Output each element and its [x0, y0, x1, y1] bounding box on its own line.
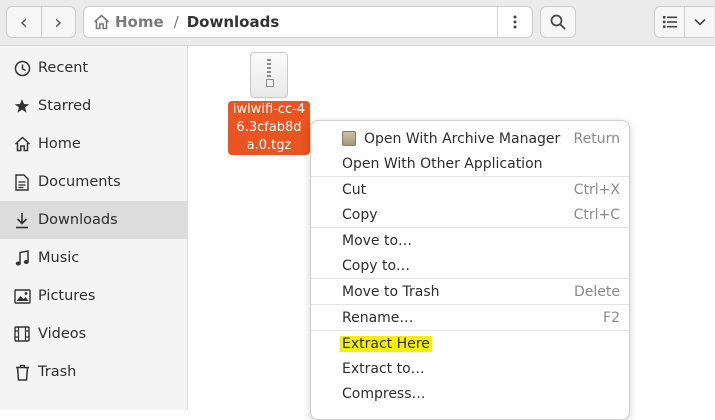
path-menu-button[interactable] — [497, 7, 532, 37]
breadcrumb-home[interactable]: Home — [84, 7, 170, 37]
menu-item-rename[interactable]: Rename… F2 — [311, 305, 629, 330]
document-icon — [13, 173, 31, 191]
sidebar-item-home[interactable]: Home — [0, 125, 187, 163]
sidebar: Recent Starred Home Documents Downloads … — [0, 46, 188, 410]
navigation-buttons: ‹ › — [6, 6, 76, 38]
view-buttons — [654, 6, 714, 38]
home-icon — [13, 135, 31, 153]
menu-item-label: Compress… — [342, 385, 426, 402]
sidebar-item-label: Recent — [38, 60, 89, 76]
archive-file-icon — [250, 52, 288, 98]
menu-item-label: Rename… — [342, 309, 414, 326]
vertical-dots-icon — [513, 15, 517, 29]
back-button[interactable]: ‹ — [7, 7, 41, 37]
sidebar-item-label: Music — [38, 250, 80, 266]
download-icon — [13, 211, 31, 229]
chevron-down-icon — [693, 18, 706, 26]
breadcrumb-home-label: Home — [115, 13, 164, 31]
chevron-right-icon: › — [54, 10, 63, 34]
breadcrumb-separator: / — [173, 13, 179, 31]
forward-button[interactable]: › — [40, 7, 76, 37]
chevron-left-icon: ‹ — [19, 10, 28, 34]
menu-item-open-with-archive-manager[interactable]: Open With Archive Manager Return — [311, 126, 629, 151]
menu-item-move-to-trash[interactable]: Move to Trash Delete — [311, 279, 629, 304]
list-view-icon — [662, 16, 677, 28]
menu-item-shortcut: Return — [573, 130, 620, 147]
search-button[interactable] — [540, 6, 576, 38]
sidebar-item-videos[interactable]: Videos — [0, 315, 187, 353]
header-bar: ‹ › Home / Downloads — [0, 0, 715, 46]
sidebar-item-label: Starred — [38, 98, 92, 114]
sidebar-item-recent[interactable]: Recent — [0, 49, 187, 87]
menu-item-label: Copy to… — [342, 257, 411, 274]
menu-item-label: Cut — [342, 181, 367, 198]
sidebar-item-downloads[interactable]: Downloads — [0, 201, 187, 239]
star-icon — [13, 97, 31, 115]
menu-item-shortcut: Ctrl+X — [573, 181, 620, 198]
sidebar-item-label: Trash — [38, 364, 77, 380]
breadcrumb-current[interactable]: Downloads — [187, 13, 497, 31]
menu-item-label: Open With Archive Manager — [364, 130, 561, 147]
sidebar-item-label: Videos — [38, 326, 87, 342]
sidebar-item-pictures[interactable]: Pictures — [0, 277, 187, 315]
sidebar-item-documents[interactable]: Documents — [0, 163, 187, 201]
picture-icon — [13, 287, 31, 305]
sidebar-item-music[interactable]: Music — [0, 239, 187, 277]
sidebar-item-trash[interactable]: Trash — [0, 353, 187, 391]
trash-icon — [13, 363, 31, 381]
search-icon — [550, 14, 566, 30]
menu-item-label: Extract Here — [340, 335, 432, 352]
video-icon — [13, 325, 31, 343]
sidebar-item-starred[interactable]: Starred — [0, 87, 187, 125]
menu-item-label: Move to Trash — [342, 283, 440, 300]
sidebar-item-label: Downloads — [38, 212, 118, 228]
menu-item-copy[interactable]: Copy Ctrl+C — [311, 202, 629, 227]
sidebar-item-label: Pictures — [38, 288, 96, 304]
menu-item-label: Open With Other Application — [342, 155, 543, 172]
menu-item-label: Move to… — [342, 232, 413, 249]
menu-item-move-to[interactable]: Move to… — [311, 228, 629, 253]
sidebar-item-label: Documents — [38, 174, 121, 190]
context-menu: Open With Archive Manager Return Open Wi… — [310, 120, 630, 420]
path-bar: Home / Downloads — [83, 6, 533, 38]
file-name-label: iwlwifi-cc-46.3cfab8da.0.tgz — [228, 101, 310, 155]
menu-item-copy-to[interactable]: Copy to… — [311, 253, 629, 278]
menu-item-compress[interactable]: Compress… — [311, 381, 629, 406]
menu-item-shortcut: Ctrl+C — [573, 206, 620, 223]
zipper-icon — [267, 59, 271, 79]
menu-item-extract-here[interactable]: Extract Here — [311, 331, 629, 356]
menu-item-extract-to[interactable]: Extract to… — [311, 356, 629, 381]
clock-icon — [13, 59, 31, 77]
sidebar-item-label: Home — [38, 136, 81, 152]
menu-item-label: Extract to… — [342, 360, 425, 377]
menu-item-shortcut: F2 — [603, 309, 620, 326]
list-view-button[interactable] — [655, 7, 684, 37]
archive-manager-icon — [342, 131, 356, 146]
music-icon — [13, 249, 31, 267]
menu-item-cut[interactable]: Cut Ctrl+X — [311, 177, 629, 202]
menu-item-label: Copy — [342, 206, 378, 223]
menu-item-open-with-other-application[interactable]: Open With Other Application — [311, 151, 629, 176]
home-icon — [93, 14, 110, 30]
menu-item-shortcut: Delete — [574, 283, 620, 300]
view-options-button[interactable] — [684, 7, 714, 37]
